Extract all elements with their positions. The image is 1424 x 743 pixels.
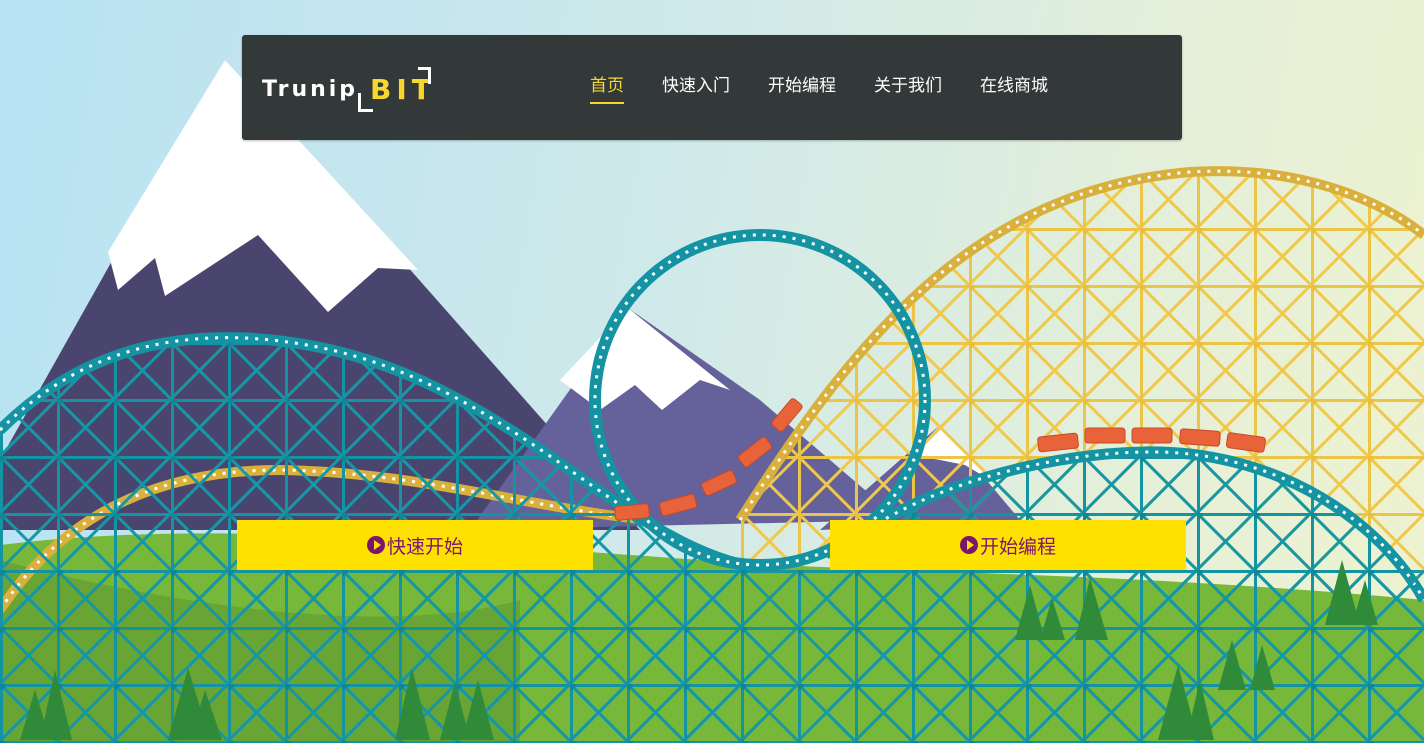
- main-nav: 首页 快速入门 开始编程 关于我们 在线商城: [590, 71, 1086, 104]
- play-circle-icon: [959, 536, 978, 554]
- nav-item-online-store[interactable]: 在线商城: [980, 71, 1048, 104]
- start-coding-label: 开始编程: [979, 535, 1056, 558]
- logo-word-left: Trunip: [262, 77, 359, 102]
- nav-item-home[interactable]: 首页: [590, 71, 624, 104]
- logo-bracket-top-right: [418, 67, 431, 84]
- nav-item-about-us[interactable]: 关于我们: [874, 71, 942, 104]
- play-circle-icon: [366, 536, 385, 554]
- logo[interactable]: Trunip BIT: [262, 65, 442, 115]
- top-navbar: Trunip BIT 首页 快速入门 开始编程 关于我们 在线商城: [242, 35, 1182, 140]
- start-coding-button[interactable]: 开始编程: [830, 520, 1186, 570]
- nav-item-quick-start[interactable]: 快速入门: [662, 71, 730, 104]
- quick-start-button[interactable]: 快速开始: [237, 520, 593, 570]
- quick-start-label: 快速开始: [386, 535, 463, 558]
- nav-item-start-coding[interactable]: 开始编程: [768, 71, 836, 104]
